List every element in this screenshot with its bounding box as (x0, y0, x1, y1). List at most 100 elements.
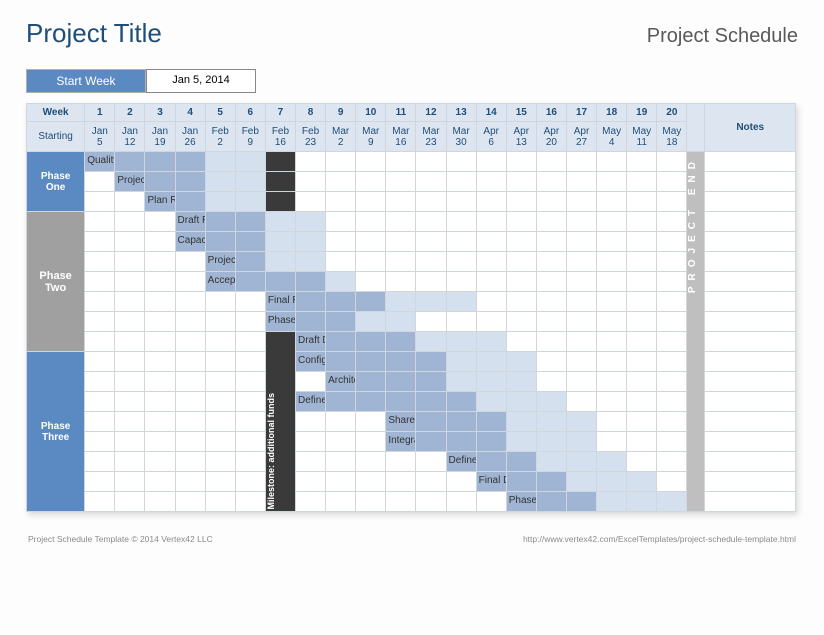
gantt-cell[interactable] (566, 192, 596, 212)
gantt-cell[interactable] (597, 252, 627, 272)
gantt-cell[interactable] (536, 472, 566, 492)
gantt-cell[interactable] (566, 412, 596, 432)
gantt-cell[interactable] (476, 292, 506, 312)
gantt-cell[interactable] (476, 412, 506, 432)
gantt-cell[interactable] (657, 212, 687, 232)
gantt-cell[interactable] (356, 212, 386, 232)
gantt-cell[interactable] (85, 212, 115, 232)
gantt-cell[interactable] (536, 292, 566, 312)
gantt-cell[interactable] (446, 292, 476, 312)
gantt-cell[interactable] (476, 312, 506, 332)
gantt-cell[interactable] (536, 172, 566, 192)
gantt-cell[interactable] (597, 272, 627, 292)
gantt-cell[interactable] (627, 352, 657, 372)
gantt-cell[interactable] (627, 232, 657, 252)
gantt-cell[interactable] (386, 352, 416, 372)
gantt-cell[interactable]: Configuration Management Plan (295, 352, 325, 372)
notes-cell[interactable] (705, 292, 796, 312)
gantt-cell[interactable] (85, 332, 115, 352)
gantt-cell[interactable] (566, 352, 596, 372)
gantt-cell[interactable]: Plan Review (145, 192, 175, 212)
gantt-cell[interactable] (175, 292, 205, 312)
gantt-cell[interactable] (85, 432, 115, 452)
gantt-cell[interactable] (657, 432, 687, 452)
gantt-cell[interactable] (627, 372, 657, 392)
gantt-cell[interactable] (295, 232, 325, 252)
gantt-cell[interactable] (386, 392, 416, 412)
gantt-cell[interactable] (536, 432, 566, 452)
gantt-cell[interactable] (205, 472, 235, 492)
gantt-cell[interactable] (115, 292, 145, 312)
gantt-cell[interactable] (326, 172, 356, 192)
gantt-cell[interactable] (205, 352, 235, 372)
gantt-cell[interactable] (657, 452, 687, 472)
gantt-cell[interactable] (657, 312, 687, 332)
gantt-cell[interactable] (536, 272, 566, 292)
gantt-cell[interactable] (476, 352, 506, 372)
gantt-cell[interactable] (175, 352, 205, 372)
gantt-cell[interactable]: Phase Review and Approval (265, 312, 295, 332)
gantt-cell[interactable] (476, 452, 506, 472)
gantt-cell[interactable] (627, 152, 657, 172)
gantt-cell[interactable] (657, 332, 687, 352)
gantt-cell[interactable]: Architecture Design Plan (326, 372, 356, 392)
gantt-cell[interactable]: Shared Component Design (386, 412, 416, 432)
gantt-cell[interactable] (446, 192, 476, 212)
gantt-cell[interactable] (175, 252, 205, 272)
gantt-cell[interactable] (295, 492, 325, 512)
footer-right[interactable]: http://www.vertex42.com/ExcelTemplates/p… (523, 534, 796, 544)
gantt-cell[interactable] (85, 292, 115, 312)
gantt-cell[interactable] (476, 332, 506, 352)
gantt-cell[interactable] (115, 412, 145, 432)
gantt-cell[interactable] (115, 372, 145, 392)
gantt-cell[interactable] (145, 232, 175, 252)
notes-cell[interactable] (705, 272, 796, 292)
gantt-cell[interactable] (205, 412, 235, 432)
gantt-cell[interactable]: Draft Requirements (175, 212, 205, 232)
gantt-cell[interactable] (145, 392, 175, 412)
notes-cell[interactable] (705, 312, 796, 332)
gantt-cell[interactable] (506, 432, 536, 452)
gantt-cell[interactable] (295, 212, 325, 232)
gantt-cell[interactable]: Integration Test Plan (386, 432, 416, 452)
gantt-cell[interactable] (386, 192, 416, 212)
gantt-cell[interactable] (235, 272, 265, 292)
gantt-cell[interactable] (416, 452, 446, 472)
gantt-cell[interactable] (627, 212, 657, 232)
gantt-cell[interactable] (536, 232, 566, 252)
gantt-cell[interactable] (115, 452, 145, 472)
gantt-cell[interactable] (657, 392, 687, 412)
gantt-cell[interactable]: Final Requirements Specifications (265, 292, 295, 312)
gantt-cell[interactable] (627, 252, 657, 272)
gantt-cell[interactable] (326, 292, 356, 312)
gantt-cell[interactable] (85, 492, 115, 512)
gantt-cell[interactable] (235, 372, 265, 392)
gantt-cell[interactable] (115, 252, 145, 272)
gantt-cell[interactable] (145, 252, 175, 272)
gantt-cell[interactable] (627, 312, 657, 332)
gantt-cell[interactable] (326, 312, 356, 332)
notes-cell[interactable] (705, 152, 796, 172)
gantt-cell[interactable] (506, 412, 536, 432)
gantt-cell[interactable] (265, 212, 295, 232)
gantt-cell[interactable]: Draft Design Specifications (295, 332, 325, 352)
gantt-cell[interactable] (295, 412, 325, 432)
notes-cell[interactable] (705, 332, 796, 352)
gantt-cell[interactable] (386, 312, 416, 332)
gantt-cell[interactable] (85, 412, 115, 432)
gantt-cell[interactable] (356, 152, 386, 172)
gantt-cell[interactable] (265, 172, 295, 192)
gantt-cell[interactable] (175, 372, 205, 392)
gantt-cell[interactable] (506, 312, 536, 332)
gantt-cell[interactable] (476, 152, 506, 172)
gantt-cell[interactable] (145, 472, 175, 492)
gantt-cell[interactable] (175, 172, 205, 192)
gantt-cell[interactable] (416, 352, 446, 372)
gantt-cell[interactable] (356, 252, 386, 272)
gantt-cell[interactable] (295, 192, 325, 212)
gantt-cell[interactable] (356, 172, 386, 192)
gantt-cell[interactable] (175, 152, 205, 172)
gantt-cell[interactable] (597, 472, 627, 492)
gantt-cell[interactable] (326, 232, 356, 252)
gantt-cell[interactable] (657, 152, 687, 172)
